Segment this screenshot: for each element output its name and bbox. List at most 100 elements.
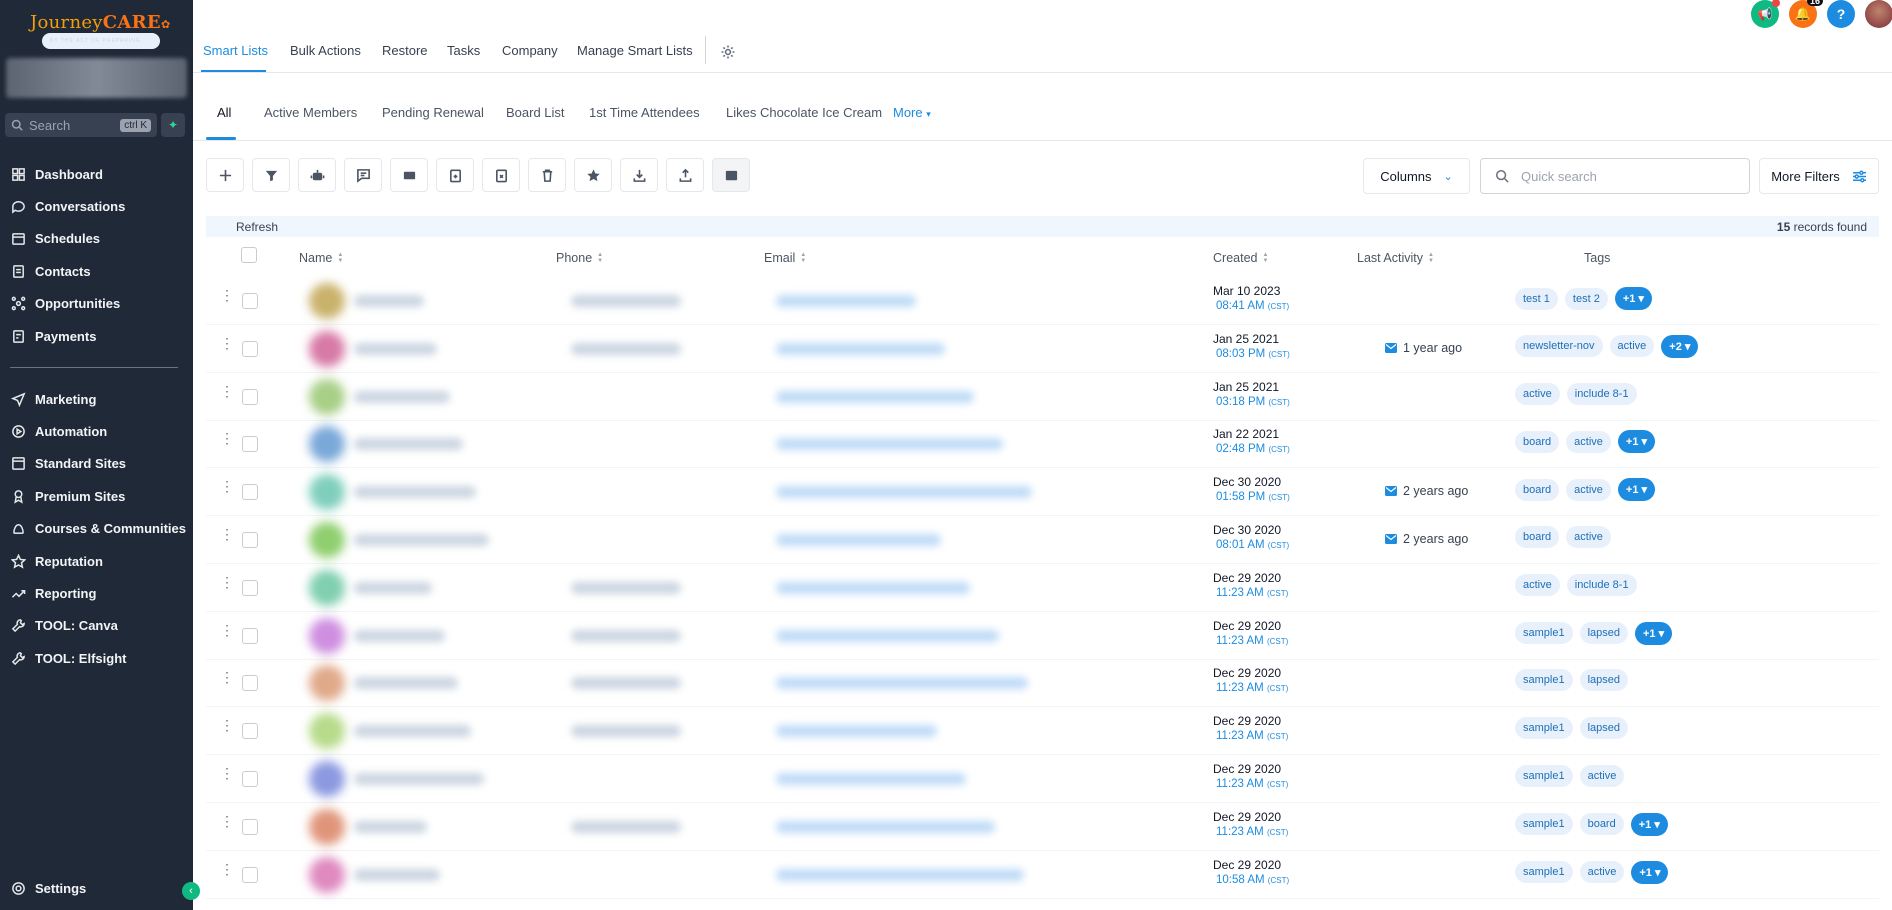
row-checkbox[interactable]	[242, 771, 258, 787]
table-row[interactable]: ⋮ Dec 29 2020 11:23 AM (CST) sample1 lapsed +…	[206, 612, 1879, 660]
column-header-email[interactable]: Email ▲ ▼	[764, 251, 806, 265]
tag-chip[interactable]: board	[1515, 478, 1560, 501]
row-checkbox[interactable]	[242, 627, 258, 644]
contact-email-redacted[interactable]	[776, 295, 916, 307]
tab-board-list[interactable]: Board List	[506, 105, 565, 120]
notifications-button[interactable]: 🔔 16	[1789, 0, 1823, 28]
contact-name-redacted[interactable]	[354, 868, 440, 881]
ai-spark-button[interactable]: ✦	[161, 113, 185, 137]
contact-name-redacted[interactable]	[354, 725, 471, 738]
tag-chip[interactable]: active	[1566, 478, 1611, 501]
contact-email-redacted[interactable]	[776, 486, 1032, 499]
more-tags-button[interactable]: +1 ▾	[1617, 478, 1656, 502]
row-checkbox[interactable]	[242, 436, 258, 453]
more-tags-button[interactable]: +1 ▾	[1631, 860, 1669, 884]
tab-likes-chocolate[interactable]: Likes Chocolate Ice Cream	[726, 105, 882, 120]
contact-email-redacted[interactable]	[776, 581, 970, 594]
contact-name-redacted[interactable]	[354, 820, 427, 833]
table-row[interactable]: ⋮ Dec 29 2020 11:23 AM (CST) sample1 lapsed	[206, 707, 1879, 756]
more-lists-dropdown[interactable]: More ▾	[893, 105, 931, 120]
tag-chip[interactable]: test 2	[1564, 287, 1608, 310]
more-tags-button[interactable]: +1 ▾	[1630, 812, 1668, 836]
more-filters-button[interactable]: More Filters	[1759, 158, 1879, 194]
contact-name-redacted[interactable]	[354, 773, 484, 785]
add-contact-button[interactable]	[206, 158, 244, 192]
contact-email-redacted[interactable]	[776, 438, 1003, 451]
tag-chip[interactable]: board	[1515, 526, 1560, 548]
table-row[interactable]: ⋮ Jan 25 2021 03:18 PM (CST) active include …	[206, 373, 1879, 421]
tag-chip[interactable]: active	[1609, 335, 1655, 358]
avatar[interactable]	[1865, 0, 1892, 28]
contact-email-redacted[interactable]	[776, 534, 941, 546]
contact-name-redacted[interactable]	[354, 486, 476, 499]
row-actions-menu[interactable]: ⋮	[220, 670, 234, 684]
tag-chip[interactable]: active	[1515, 382, 1560, 405]
tab-company[interactable]: Company	[502, 43, 558, 58]
row-checkbox[interactable]	[242, 675, 258, 692]
filter-button[interactable]	[252, 158, 290, 192]
tag-chip[interactable]: active	[1566, 430, 1611, 453]
tag-chip[interactable]: newsletter-nov	[1515, 335, 1603, 358]
sidebar-item-settings[interactable]: Settings	[10, 877, 86, 899]
contact-name-redacted[interactable]	[354, 295, 424, 307]
table-row[interactable]: ⋮ Dec 29 2020 11:23 AM (CST) active include …	[206, 564, 1879, 612]
column-header-name[interactable]: Name ▲ ▼	[299, 251, 343, 265]
tag-chip[interactable]: active	[1579, 861, 1625, 884]
row-actions-menu[interactable]: ⋮	[220, 862, 234, 876]
tab-tasks[interactable]: Tasks	[447, 43, 480, 58]
tab-smart-lists[interactable]: Smart Lists	[203, 43, 268, 58]
sidebar-item-marketing[interactable]: Marketing	[10, 388, 96, 410]
tag-chip[interactable]: lapsed	[1579, 669, 1628, 692]
row-checkbox[interactable]	[242, 866, 258, 883]
tag-chip[interactable]: sample1	[1515, 669, 1573, 692]
sidebar-item-standard-sites[interactable]: Standard Sites	[10, 453, 126, 475]
row-actions-menu[interactable]: ⋮	[220, 479, 234, 493]
row-checkbox[interactable]	[242, 484, 258, 501]
contact-name-redacted[interactable]	[354, 534, 489, 546]
row-actions-menu[interactable]: ⋮	[220, 766, 234, 780]
tag-chip[interactable]: sample1	[1515, 765, 1573, 787]
tag-chip[interactable]: include 8-1	[1566, 573, 1637, 596]
sidebar-item-contacts[interactable]: Contacts	[10, 260, 91, 282]
sidebar-item-payments[interactable]: Payments	[10, 325, 96, 347]
row-actions-menu[interactable]: ⋮	[220, 814, 234, 828]
tag-chip[interactable]: include 8-1	[1566, 382, 1637, 405]
contact-name-redacted[interactable]	[354, 438, 463, 451]
help-button[interactable]: ?	[1827, 0, 1855, 28]
sidebar-item-automation[interactable]: Automation	[10, 420, 107, 442]
contact-email-redacted[interactable]	[776, 820, 995, 833]
row-actions-menu[interactable]: ⋮	[220, 623, 234, 637]
sidebar-item-courses-communities[interactable]: Courses & Communities	[10, 518, 186, 540]
tag-chip[interactable]: sample1	[1515, 861, 1573, 884]
tag-chip[interactable]: lapsed	[1579, 622, 1628, 645]
table-row[interactable]: ⋮ Mar 10 2023 08:41 AM (CST) test 1 test 2 +1…	[206, 277, 1879, 325]
delete-button[interactable]	[528, 158, 566, 192]
table-row[interactable]: ⋮ Dec 29 2020 11:23 AM (CST) sample1 board +1…	[206, 803, 1879, 851]
table-row[interactable]: ⋮ Dec 29 2020 11:23 AM (CST) sample1 active	[206, 755, 1879, 803]
contact-name-redacted[interactable]	[354, 342, 437, 355]
row-checkbox[interactable]	[242, 723, 258, 740]
tab-all[interactable]: All	[217, 105, 231, 120]
account-switcher[interactable]	[6, 58, 187, 98]
tag-chip[interactable]: sample1	[1515, 717, 1573, 740]
refresh-link[interactable]: Refresh	[236, 220, 278, 234]
row-checkbox[interactable]	[242, 579, 258, 596]
tab-restore[interactable]: Restore	[382, 43, 428, 58]
contact-email-redacted[interactable]	[776, 773, 966, 785]
row-actions-menu[interactable]: ⋮	[220, 336, 234, 350]
tag-chip[interactable]: active	[1566, 526, 1611, 548]
row-checkbox[interactable]	[242, 340, 258, 357]
row-checkbox[interactable]	[242, 293, 258, 309]
company-logo[interactable]: JourneyCARE✿ BY THE ACT OF PREPARING	[30, 12, 170, 49]
send-sms-button[interactable]	[344, 158, 382, 192]
gear-icon[interactable]	[720, 44, 736, 60]
contact-email-redacted[interactable]	[776, 629, 999, 642]
sidebar-item-premium-sites[interactable]: Premium Sites	[10, 485, 125, 507]
contact-email-redacted[interactable]	[776, 342, 945, 355]
more-tags-button[interactable]: +2 ▾	[1661, 334, 1699, 358]
send-email-button[interactable]	[390, 158, 428, 192]
row-actions-menu[interactable]: ⋮	[220, 384, 234, 398]
contact-name-redacted[interactable]	[354, 581, 432, 594]
table-row[interactable]: ⋮ Jan 22 2021 02:48 PM (CST) board active +1 …	[206, 420, 1879, 469]
tag-chip[interactable]: board	[1579, 813, 1624, 836]
